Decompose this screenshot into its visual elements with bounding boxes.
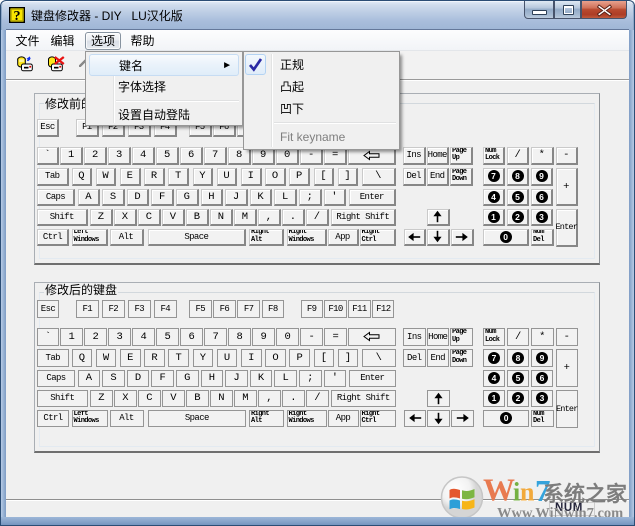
svg-text:Www.WiNwin7.com: Www.WiNwin7.com	[497, 506, 623, 518]
svg-text:系统之家: 系统之家	[543, 482, 628, 506]
svg-text:?: ?	[14, 9, 21, 23]
svg-text:W: W	[483, 472, 515, 508]
svg-text:n: n	[520, 478, 535, 507]
